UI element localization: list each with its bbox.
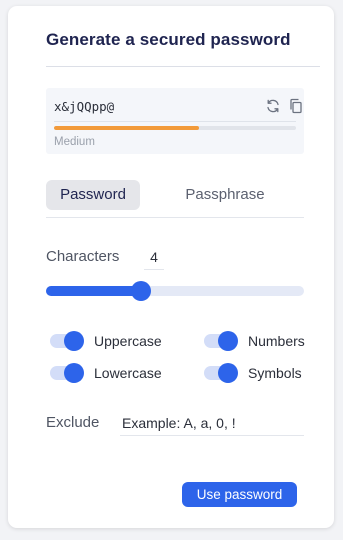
toggle-knob: [218, 331, 238, 351]
tabs-divider: [46, 217, 304, 218]
strength-meter-fill: [54, 126, 200, 130]
refresh-icon[interactable]: [265, 98, 281, 114]
title-divider: [46, 66, 320, 67]
toggle-knob: [64, 331, 84, 351]
characters-slider[interactable]: [46, 281, 304, 301]
tab-password[interactable]: Password: [46, 180, 140, 210]
exclude-label: Exclude: [46, 414, 100, 431]
toggle-knob: [218, 363, 238, 383]
numbers-option[interactable]: Numbers: [204, 330, 305, 352]
lowercase-label: Lowercase: [94, 365, 162, 381]
uppercase-label: Uppercase: [94, 333, 162, 349]
lowercase-option[interactable]: Lowercase: [50, 362, 162, 384]
exclude-input[interactable]: [120, 410, 304, 436]
copy-icon[interactable]: [288, 98, 304, 114]
characters-label: Characters: [46, 248, 120, 265]
characters-count-input[interactable]: 4: [144, 247, 164, 270]
use-password-button[interactable]: Use password: [182, 482, 297, 507]
symbols-option[interactable]: Symbols: [204, 362, 302, 384]
symbols-label: Symbols: [248, 365, 302, 381]
password-divider: [54, 121, 296, 122]
characters-slider-fill: [46, 286, 142, 296]
toggle-knob: [64, 363, 84, 383]
symbols-toggle[interactable]: [204, 363, 238, 383]
uppercase-option[interactable]: Uppercase: [50, 330, 162, 352]
dialog-title: Generate a secured password: [46, 30, 291, 49]
characters-slider-thumb[interactable]: [131, 281, 152, 301]
lowercase-toggle[interactable]: [50, 363, 84, 383]
numbers-label: Numbers: [248, 333, 305, 349]
strength-label: Medium: [54, 136, 95, 148]
uppercase-toggle[interactable]: [50, 331, 84, 351]
numbers-toggle[interactable]: [204, 331, 238, 351]
generated-password: x&jQQpp@: [54, 99, 115, 114]
generated-password-panel: x&jQQpp@ Medium: [46, 88, 304, 154]
strength-meter: [54, 126, 296, 130]
tab-passphrase[interactable]: Passphrase: [168, 180, 282, 210]
password-generator-card: Generate a secured password x&jQQpp@ Med…: [8, 6, 334, 528]
